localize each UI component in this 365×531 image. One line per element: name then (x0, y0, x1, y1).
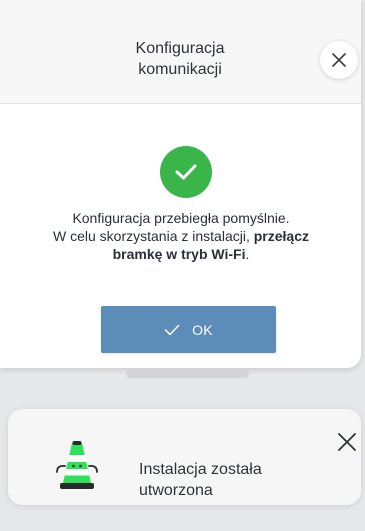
ok-button[interactable]: OK (101, 306, 276, 353)
message-line3: bramkę w tryb Wi-Fi. (14, 245, 348, 263)
notification-toast: Instalacja została utworzona (8, 409, 361, 505)
ok-button-label: OK (192, 321, 213, 338)
success-message: Konfiguracja przebiegła pomyślnie. W cel… (14, 209, 348, 263)
message-line1: Konfiguracja przebiegła pomyślnie. (72, 210, 290, 226)
dialog-title: Konfiguracja komunikacji (90, 38, 270, 80)
close-icon (338, 433, 356, 451)
notification-line2: utworzona (139, 482, 213, 499)
traffic-cone-icon (56, 441, 98, 489)
checkmark-icon (164, 324, 180, 335)
message-line2-bold: przełącz (253, 228, 309, 244)
message-line2: W celu skorzystania z instalacji, przełą… (14, 227, 348, 245)
message-line2-text: W celu skorzystania z instalacji, (53, 228, 254, 244)
close-icon (332, 53, 346, 67)
dialog-close-button[interactable] (320, 41, 358, 79)
message-line3-end: . (245, 246, 250, 262)
success-check-icon (160, 146, 212, 198)
notification-line1: Instalacja została (139, 461, 262, 478)
configuration-dialog: Konfiguracja komunikacji Konfiguracja pr… (0, 0, 361, 368)
dialog-title-line1: Konfiguracja (135, 40, 225, 57)
notification-close-button[interactable] (332, 427, 362, 457)
dialog-title-line2: komunikacji (138, 61, 222, 78)
dialog-header: Konfiguracja komunikacji (0, 0, 361, 104)
underlying-panel-edge (126, 370, 249, 378)
message-line3-bold: bramkę w tryb Wi-Fi (112, 246, 246, 262)
notification-text: Instalacja została utworzona (139, 459, 319, 501)
